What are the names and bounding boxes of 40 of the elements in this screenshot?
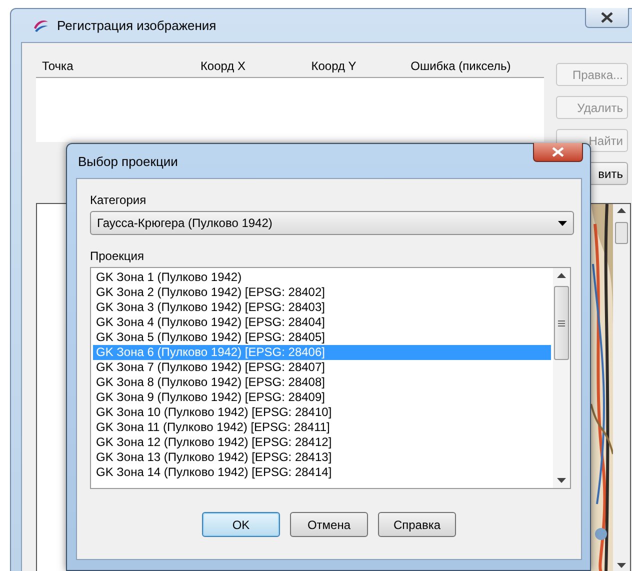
column-header[interactable]: Ошибка (пиксель) [404, 59, 544, 73]
window-title: Регистрация изображения [57, 18, 216, 33]
category-dropdown[interactable]: Гаусса-Крюгера (Пулково 1942) [90, 211, 574, 235]
scroll-thumb[interactable] [615, 222, 628, 244]
projection-item[interactable]: GK Зона 3 (Пулково 1942) [EPSG: 28403] [93, 300, 551, 315]
projection-item[interactable]: GK Зона 8 (Пулково 1942) [EPSG: 28408] [93, 375, 551, 390]
scroll-up-icon[interactable] [557, 273, 566, 278]
dropdown-arrow-icon [558, 220, 567, 226]
scroll-thumb[interactable] [554, 286, 569, 360]
projection-item[interactable]: GK Зона 2 (Пулково 1942) [EPSG: 28402] [93, 285, 551, 300]
dialog-title: Выбор проекции [78, 154, 178, 168]
projection-item[interactable]: GK Зона 11 (Пулково 1942) [EPSG: 28411] [93, 420, 551, 435]
projection-item[interactable]: GK Зона 5 (Пулково 1942) [EPSG: 28405] [93, 330, 551, 345]
scroll-down-icon[interactable] [617, 563, 626, 568]
projection-item[interactable]: GK Зона 1 (Пулково 1942) [93, 270, 551, 285]
projection-label: Проекция [90, 249, 145, 263]
projection-item[interactable]: GK Зона 14 (Пулково 1942) [EPSG: 28414] [93, 465, 551, 480]
projection-item[interactable]: GK Зона 7 (Пулково 1942) [EPSG: 28407] [93, 360, 551, 375]
close-button[interactable] [533, 143, 583, 162]
scrollbar[interactable] [613, 204, 630, 571]
projection-item[interactable]: GK Зона 4 (Пулково 1942) [EPSG: 28404] [93, 315, 551, 330]
projection-item[interactable]: GK Зона 12 (Пулково 1942) [EPSG: 28412] [93, 435, 551, 450]
dialog-button[interactable]: Справка [378, 512, 456, 537]
projection-item[interactable]: GK Зона 10 (Пулково 1942) [EPSG: 28410] [93, 405, 551, 420]
dialog-button[interactable]: Отмена [290, 512, 368, 537]
column-header[interactable]: Точка [36, 59, 194, 73]
grip-icon [558, 320, 565, 326]
scroll-up-icon[interactable] [617, 208, 626, 213]
close-icon [601, 12, 613, 23]
projection-item[interactable]: GK Зона 9 (Пулково 1942) [EPSG: 28409] [93, 390, 551, 405]
scrollbar[interactable] [553, 268, 570, 488]
projection-item[interactable]: GK Зона 13 (Пулково 1942) [EPSG: 28413] [93, 450, 551, 465]
close-button[interactable] [585, 8, 629, 28]
category-label: Категория [90, 193, 148, 207]
column-header[interactable]: Коорд Y [305, 59, 405, 73]
scroll-down-icon[interactable] [557, 478, 566, 483]
app-logo-icon [33, 18, 49, 32]
column-header[interactable]: Коорд X [194, 59, 306, 73]
close-icon [552, 147, 564, 157]
dialog-button[interactable]: OK [202, 512, 280, 537]
